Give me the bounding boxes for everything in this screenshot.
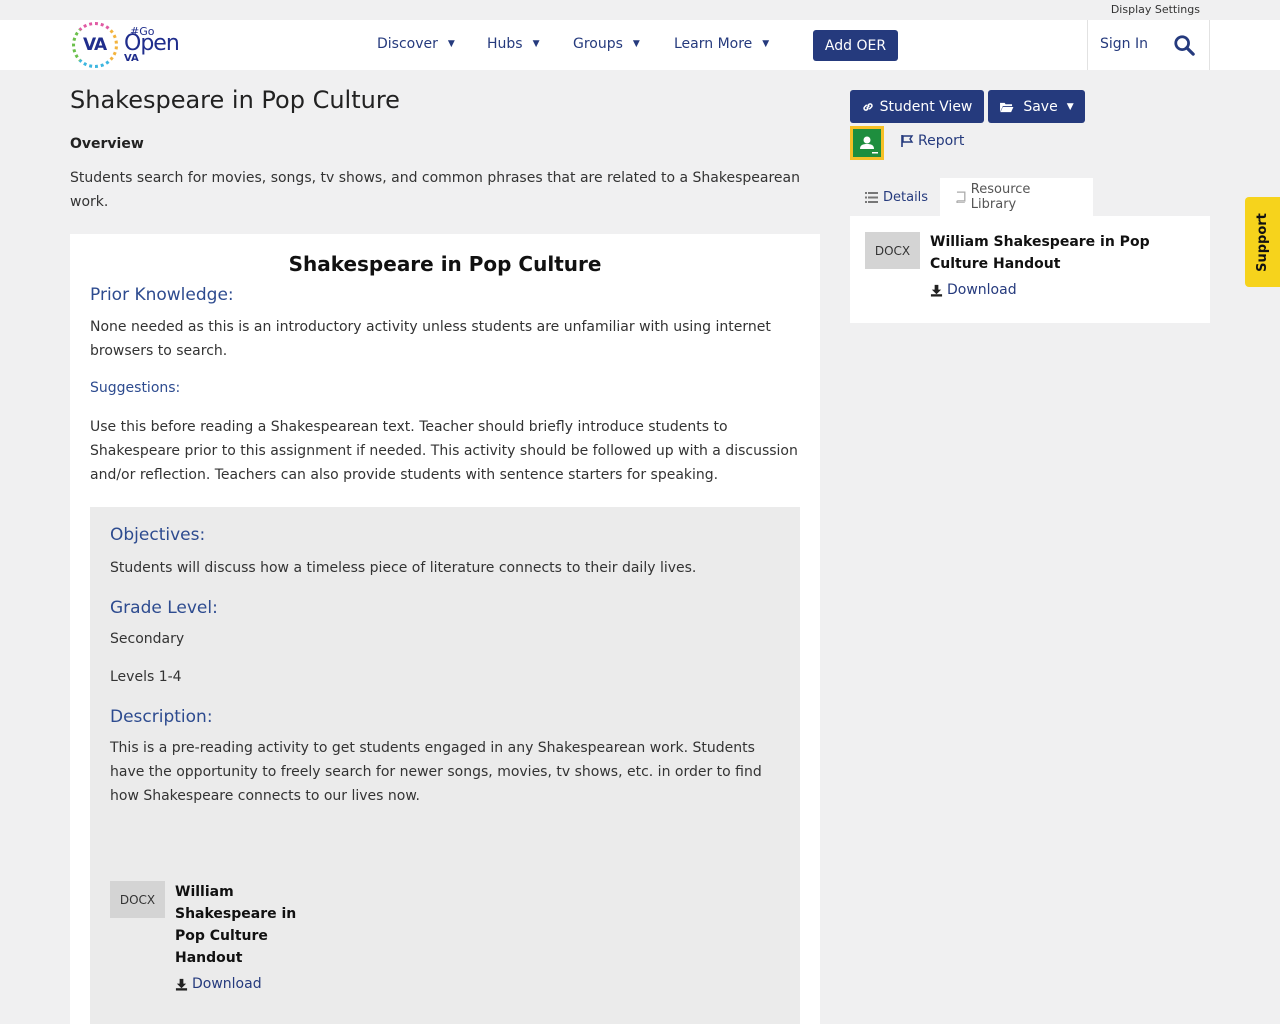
download-icon (930, 284, 943, 297)
chevron-down-icon: ▼ (532, 39, 540, 49)
classroom-figure-icon (860, 136, 878, 154)
page-title: Shakespeare in Pop Culture (70, 86, 400, 114)
link-icon (862, 102, 873, 111)
resource-content-card: Shakespeare in Pop Culture Prior Knowled… (70, 234, 820, 1024)
objectives-text: Students will discuss how a timeless pie… (110, 560, 697, 576)
nav-hubs-label: Hubs (487, 36, 523, 52)
logo-va-text: VA (83, 35, 107, 55)
nav-discover-label: Discover (377, 36, 438, 52)
download-icon (175, 978, 188, 991)
flag-icon (901, 135, 914, 147)
tab-details-label: Details (883, 189, 929, 205)
report-link[interactable]: Report (900, 133, 964, 149)
attachment-download-link[interactable]: Download (175, 976, 262, 992)
display-settings-link[interactable]: Display Settings (1111, 3, 1200, 16)
list-icon (865, 191, 878, 203)
nav-groups-label: Groups (573, 36, 623, 52)
attachment-download-label: Download (192, 976, 262, 992)
nav-divider (1087, 20, 1088, 70)
utility-bar: Display Settings (0, 0, 1280, 20)
nav-learn-more[interactable]: Learn More ▼ (674, 36, 769, 52)
search-icon[interactable] (1173, 34, 1195, 56)
sign-in-link[interactable]: Sign In (1100, 36, 1148, 52)
side-file-title[interactable]: William Shakespeare in Pop Culture Hando… (930, 231, 1200, 275)
tab-details[interactable]: Details (850, 178, 943, 216)
overview-text: Students search for movies, songs, tv sh… (70, 170, 800, 210)
tab-resource-library-label: Resource Library (970, 182, 1031, 212)
logo-va-subtext: VA (124, 53, 139, 64)
prior-knowledge-heading: Prior Knowledge: (90, 285, 234, 305)
main-navbar: VA #Go Open VA Discover ▼ Hubs ▼ Groups … (0, 20, 1280, 70)
details-box: Objectives: Students will discuss how a … (90, 507, 800, 1024)
student-view-button[interactable]: Student View (850, 90, 984, 123)
nav-groups[interactable]: Groups ▼ (573, 36, 640, 52)
add-oer-button[interactable]: Add OER (813, 30, 898, 61)
attachment-title[interactable]: William Shakespeare in Pop Culture Hando… (175, 881, 300, 969)
levels-text: Levels 1-4 (110, 669, 182, 685)
chevron-down-icon: ▼ (762, 39, 770, 49)
content-title: Shakespeare in Pop Culture (288, 252, 602, 276)
book-icon (956, 191, 966, 203)
side-download-label: Download (947, 282, 1017, 298)
suggestions-heading: Suggestions: (90, 380, 181, 396)
suggestions-text: Use this before reading a Shakespearean … (90, 419, 798, 483)
goopen-va-logo[interactable]: VA #Go Open VA (70, 20, 180, 70)
google-classroom-icon[interactable] (850, 126, 884, 160)
resource-library-panel: DOCX William Shakespeare in Pop Culture … (850, 216, 1210, 323)
nav-hubs[interactable]: Hubs ▼ (487, 36, 540, 52)
nav-discover[interactable]: Discover ▼ (377, 36, 455, 52)
chevron-down-icon: ▼ (632, 39, 640, 49)
side-download-link[interactable]: Download (930, 282, 1017, 298)
description-heading: Description: (110, 707, 213, 727)
support-label: Support (1255, 212, 1271, 272)
folder-open-icon (1000, 102, 1014, 112)
grade-level-text: Secondary (110, 631, 185, 647)
docx-file-badge: DOCX (110, 881, 165, 918)
save-label: Save (1023, 98, 1058, 115)
student-view-label: Student View (879, 98, 973, 115)
nav-learn-more-label: Learn More (674, 36, 753, 52)
save-button[interactable]: Save ▼ (988, 90, 1085, 123)
overview-heading: Overview (70, 136, 144, 152)
report-label: Report (918, 133, 965, 149)
docx-file-badge: DOCX (865, 232, 920, 269)
chevron-down-icon: ▼ (447, 39, 455, 49)
nav-divider (1209, 20, 1210, 70)
description-text: This is a pre-reading activity to get st… (110, 740, 762, 804)
support-tab[interactable]: Support (1245, 197, 1280, 287)
prior-knowledge-text: None needed as this is an introductory a… (90, 319, 771, 359)
tab-resource-library[interactable]: Resource Library (940, 178, 1093, 216)
caret-down-icon: ▼ (1066, 101, 1074, 112)
grade-level-heading: Grade Level: (110, 598, 218, 618)
objectives-heading: Objectives: (110, 525, 206, 545)
